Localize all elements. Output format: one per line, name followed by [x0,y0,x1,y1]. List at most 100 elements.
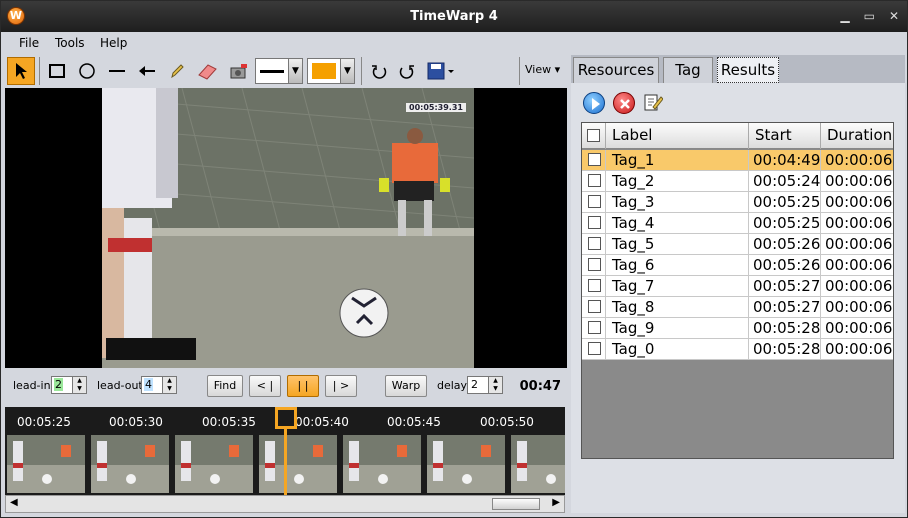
timeline-thumbnail[interactable] [511,435,565,493]
column-header-start[interactable]: Start [749,123,821,149]
chevron-down-icon[interactable]: ▼ [340,59,354,83]
table-row[interactable]: Tag_2 00:05:24 00:00:06 [582,171,893,192]
maximize-button[interactable]: ▭ [864,9,875,23]
warp-button[interactable]: Warp [385,375,427,397]
playhead-line [284,429,287,495]
find-button[interactable]: Find [207,375,243,397]
title-bar: W TimeWarp 4 ▁ ▭ ✕ [1,1,907,32]
spinner-arrows-icon[interactable]: ▲ ▼ [488,377,502,393]
row-checkbox[interactable] [588,216,601,229]
row-checkbox[interactable] [588,279,601,292]
delete-results-button[interactable] [613,92,635,114]
tab-tag[interactable]: Tag [663,57,713,83]
save-button[interactable] [423,57,457,85]
rectangle-tool-button[interactable] [43,57,71,85]
row-checkbox[interactable] [588,342,601,355]
line-tool-button[interactable] [103,57,131,85]
table-row[interactable]: Tag_7 00:05:27 00:00:06 [582,276,893,297]
row-start: 00:05:28 [749,318,821,338]
tab-resources[interactable]: Resources [573,57,659,83]
menu-file[interactable]: File [19,36,39,50]
delay-label: delay [437,379,468,392]
spinner-arrows-icon[interactable]: ▲ ▼ [162,377,176,393]
table-row[interactable]: Tag_0 00:05:28 00:00:06 [582,339,893,360]
play-icon [592,98,600,110]
row-label: Tag_0 [606,339,749,359]
timeline-thumbnail[interactable] [259,435,339,493]
step-forward-button[interactable]: | > [325,375,357,397]
row-checkbox[interactable] [588,153,601,166]
select-tool-button[interactable] [7,57,35,85]
scroll-left-icon[interactable]: ◀ [10,497,18,508]
elapsed-time: 00:47 [519,379,561,394]
eraser-tool-button[interactable] [193,57,221,85]
close-button[interactable]: ✕ [889,9,899,23]
column-header-duration[interactable]: Duration [821,123,893,149]
table-row[interactable]: Tag_1 00:04:49 00:00:06 [582,150,893,171]
timeline-thumbnail[interactable] [7,435,87,493]
play-results-button[interactable] [583,92,605,114]
timeline-thumbnail[interactable] [175,435,255,493]
pause-button[interactable]: | | [287,375,319,397]
row-checkbox[interactable] [588,174,601,187]
row-checkbox[interactable] [588,258,601,271]
clear-tool-button[interactable] [225,57,253,85]
side-panel: Resources Tag Results Label Start Durati… [571,55,905,513]
menu-bar: File Tools Help [1,32,907,54]
step-back-button[interactable]: < | [249,375,281,397]
edit-results-button[interactable] [643,92,664,112]
redo-button[interactable] [393,57,421,85]
tab-results[interactable]: Results [717,57,779,83]
table-row[interactable]: Tag_4 00:05:25 00:00:06 [582,213,893,234]
row-checkbox[interactable] [588,300,601,313]
row-checkbox[interactable] [588,237,601,250]
save-disk-icon [427,62,454,80]
table-row[interactable]: Tag_5 00:05:26 00:00:06 [582,234,893,255]
row-duration: 00:00:06 [825,172,893,190]
timeline-thumbnail[interactable] [427,435,507,493]
view-menu-button[interactable]: View ▾ [525,63,560,76]
line-style-select[interactable]: ▼ [255,58,303,84]
table-row[interactable]: Tag_8 00:05:27 00:00:06 [582,297,893,318]
video-timestamp: 00:05:39.31 [406,103,466,112]
select-all-checkbox[interactable] [587,129,600,142]
arrow-tool-button[interactable] [133,57,161,85]
timeline-tick: 00:05:25 [17,415,71,429]
row-start: 00:05:27 [749,297,821,317]
timeline-strip[interactable]: 00:05:25 00:05:30 00:05:35 00:05:40 00:0… [5,407,565,495]
undo-button[interactable] [365,57,393,85]
timeline-tick: 00:05:45 [387,415,441,429]
spinner-arrows-icon[interactable]: ▲ ▼ [72,377,86,393]
menu-help[interactable]: Help [100,36,127,50]
scroll-right-icon[interactable]: ▶ [552,497,560,508]
fill-color-select[interactable]: ▼ [307,58,355,84]
row-start: 00:05:26 [749,255,821,275]
timeline-scrollbar[interactable]: ◀ ▶ [5,495,565,513]
timeline-thumbnail[interactable] [343,435,423,493]
video-frame: 00:05:39.31 [102,88,474,368]
timeline-thumbnail[interactable] [91,435,171,493]
minimize-button[interactable]: ▁ [840,9,849,23]
row-start: 00:05:25 [749,192,821,212]
table-row[interactable]: Tag_6 00:05:26 00:00:06 [582,255,893,276]
playback-controls: lead-in 2 ▲ ▼ lead-out 4 ▲ ▼ Find < | | | … [5,371,567,403]
column-header-label[interactable]: Label [606,123,749,149]
table-row[interactable]: Tag_3 00:05:25 00:00:06 [582,192,893,213]
delay-spinner[interactable]: 2 ▲ ▼ [467,376,503,394]
menu-tools[interactable]: Tools [55,36,85,50]
row-checkbox[interactable] [588,321,601,334]
select-all-cell [582,123,606,149]
pencil-tool-button[interactable] [163,57,191,85]
row-label: Tag_9 [606,318,749,338]
app-window: W TimeWarp 4 ▁ ▭ ✕ File Tools Help ▼ ▼ V… [0,0,908,518]
lead-in-spinner[interactable]: 2 ▲ ▼ [51,376,87,394]
table-row[interactable]: Tag_9 00:05:28 00:00:06 [582,318,893,339]
chevron-down-icon[interactable]: ▼ [288,59,302,83]
row-label: Tag_7 [606,276,749,296]
lead-out-spinner[interactable]: 4 ▲ ▼ [141,376,177,394]
scrollbar-thumb[interactable] [492,498,540,510]
ellipse-tool-button[interactable] [73,57,101,85]
playhead-handle[interactable] [275,407,297,429]
row-checkbox[interactable] [588,195,601,208]
video-viewer[interactable]: 00:05:39.31 [5,88,567,368]
